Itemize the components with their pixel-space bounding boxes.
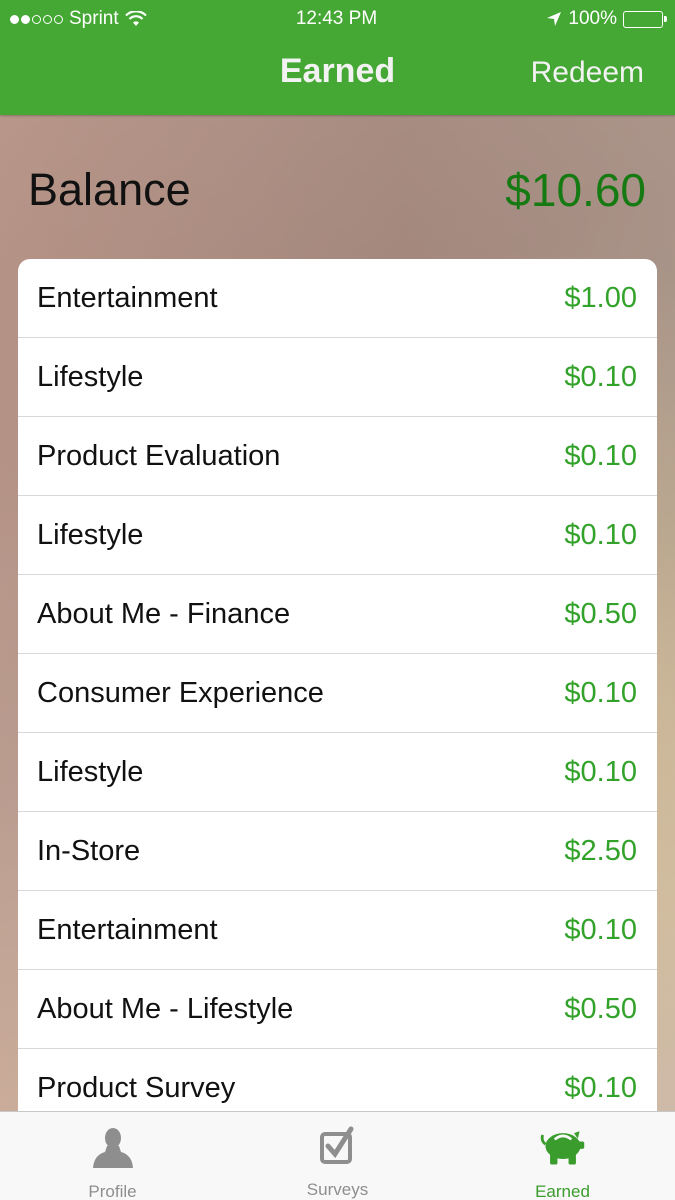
- list-item[interactable]: Lifestyle $0.10: [18, 733, 657, 812]
- signal-strength-icon: [10, 14, 63, 24]
- item-amount: $1.00: [564, 281, 637, 314]
- item-label: About Me - Lifestyle: [37, 992, 294, 1025]
- tab-label: Profile: [88, 1182, 137, 1200]
- battery-icon: [622, 10, 667, 28]
- earnings-list: Entertainment $1.00 Lifestyle $0.10 Produc…: [18, 259, 657, 1119]
- item-amount: $0.10: [564, 518, 637, 551]
- list-item[interactable]: Consumer Experience $0.10: [18, 654, 657, 733]
- list-item[interactable]: Entertainment $1.00: [18, 259, 657, 338]
- item-label: In-Store: [37, 834, 141, 867]
- balance-value: $10.60: [505, 164, 646, 216]
- item-amount: $0.10: [564, 360, 637, 393]
- wifi-icon: [124, 11, 147, 26]
- item-amount: $0.10: [564, 1071, 637, 1104]
- item-label: Consumer Experience: [37, 676, 324, 709]
- item-label: Product Evaluation: [37, 439, 281, 472]
- item-amount: $0.10: [564, 913, 637, 946]
- list-item[interactable]: Product Survey $0.10: [18, 1049, 657, 1119]
- balance-summary: Balance $10.60: [28, 160, 646, 220]
- item-label: Entertainment: [37, 913, 218, 946]
- item-amount: $0.50: [564, 597, 637, 630]
- balance-label: Balance: [28, 164, 191, 215]
- item-amount: $0.50: [564, 992, 637, 1025]
- piggy-bank-icon: [539, 1126, 587, 1168]
- item-amount: $2.50: [564, 834, 637, 867]
- tab-label: Surveys: [306, 1180, 369, 1199]
- header: Sprint 12:43 PM 100% Earned Redeem: [0, 0, 675, 115]
- list-item[interactable]: Entertainment $0.10: [18, 891, 657, 970]
- item-amount: $0.10: [564, 755, 637, 788]
- item-label: Lifestyle: [37, 360, 144, 393]
- tab-bar: Profile Surveys Earned: [0, 1111, 675, 1200]
- item-label: Product Survey: [37, 1071, 236, 1104]
- nav-bar: Earned Redeem: [0, 38, 675, 115]
- list-item[interactable]: About Me - Lifestyle $0.50: [18, 970, 657, 1049]
- tab-earned[interactable]: Earned: [450, 1112, 675, 1200]
- checkbox-icon: [314, 1126, 362, 1166]
- item-amount: $0.10: [564, 439, 637, 472]
- item-label: Lifestyle: [37, 755, 144, 788]
- status-time: 12:43 PM: [295, 8, 378, 29]
- tab-surveys[interactable]: Surveys: [225, 1112, 450, 1200]
- list-item[interactable]: Lifestyle $0.10: [18, 338, 657, 417]
- redeem-button[interactable]: Redeem: [531, 56, 644, 90]
- list-item[interactable]: Product Evaluation $0.10: [18, 417, 657, 496]
- battery-percent: 100%: [568, 8, 617, 29]
- list-item[interactable]: About Me - Finance $0.50: [18, 575, 657, 654]
- item-label: Entertainment: [37, 281, 218, 314]
- item-amount: $0.10: [564, 676, 637, 709]
- item-label: About Me - Finance: [37, 597, 291, 630]
- tab-profile[interactable]: Profile: [0, 1112, 225, 1200]
- location-arrow-icon: [547, 12, 562, 26]
- carrier-name: Sprint: [69, 8, 119, 29]
- item-label: Lifestyle: [37, 518, 144, 551]
- tab-label: Earned: [535, 1182, 590, 1200]
- list-item[interactable]: Lifestyle $0.10: [18, 496, 657, 575]
- person-icon: [89, 1126, 137, 1168]
- list-item[interactable]: In-Store $2.50: [18, 812, 657, 891]
- status-bar: Sprint 12:43 PM 100%: [0, 0, 675, 38]
